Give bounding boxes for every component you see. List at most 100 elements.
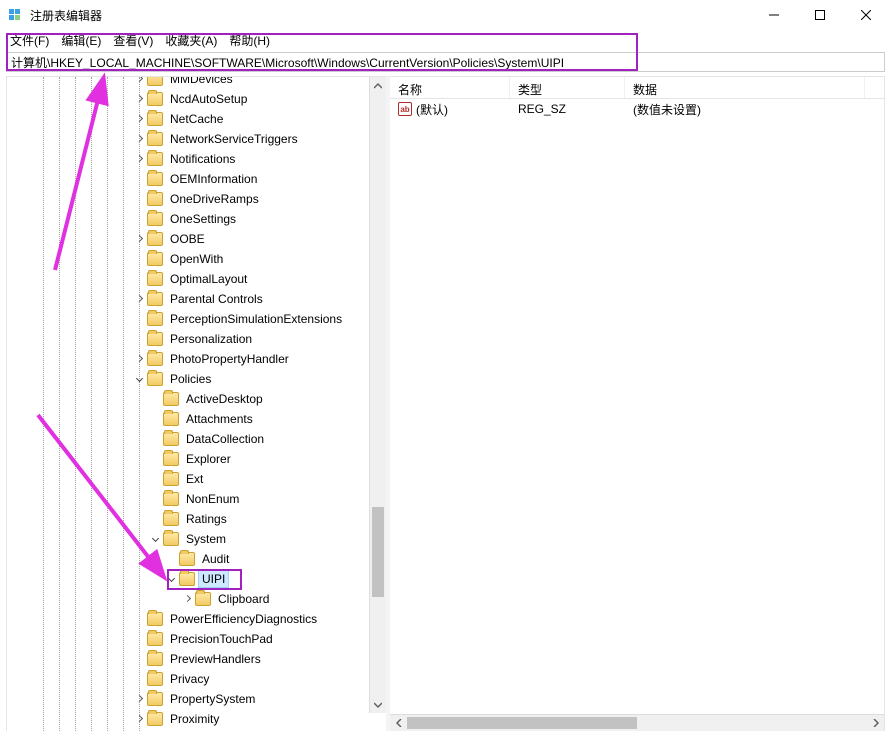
close-button[interactable] xyxy=(843,0,889,30)
folder-icon xyxy=(147,612,163,626)
tree-item[interactable]: Audit xyxy=(7,549,386,569)
folder-icon xyxy=(147,352,163,366)
tree-item[interactable]: OneDriveRamps xyxy=(7,189,386,209)
tree-item[interactable]: System xyxy=(7,529,386,549)
tree-leaf-spacer xyxy=(131,651,147,667)
column-name[interactable]: 名称 xyxy=(390,77,510,98)
tree-leaf-spacer xyxy=(131,251,147,267)
cell-name: ab(默认) xyxy=(390,101,510,118)
chevron-down-icon[interactable] xyxy=(131,371,147,387)
tree-item[interactable]: Proximity xyxy=(7,709,386,729)
scroll-down-button[interactable] xyxy=(370,696,386,713)
scroll-thumb[interactable] xyxy=(372,507,384,597)
menu-edit[interactable]: 编辑(E) xyxy=(55,32,107,49)
tree-item[interactable]: Notifications xyxy=(7,149,386,169)
folder-icon xyxy=(147,372,163,386)
tree-item[interactable]: NcdAutoSetup xyxy=(7,89,386,109)
tree-item[interactable]: Ext xyxy=(7,469,386,489)
list-row[interactable]: ab(默认)REG_SZ(数值未设置) xyxy=(390,99,884,119)
tree-item[interactable]: NonEnum xyxy=(7,489,386,509)
folder-icon xyxy=(147,712,163,726)
tree-leaf-spacer xyxy=(147,511,163,527)
tree-item[interactable]: PerceptionSimulationExtensions xyxy=(7,309,386,329)
tree-item-label: Notifications xyxy=(167,151,238,167)
tree-vertical-scrollbar[interactable] xyxy=(369,77,386,713)
scroll-right-button[interactable] xyxy=(867,715,884,732)
folder-icon xyxy=(163,492,179,506)
folder-icon xyxy=(147,212,163,226)
tree-item[interactable]: Clipboard xyxy=(7,589,386,609)
tree-pane[interactable]: MMDevices NcdAutoSetupNetCache NetworkServ… xyxy=(6,76,386,731)
tree-item[interactable]: PhotoPropertyHandler xyxy=(7,349,386,369)
minimize-button[interactable] xyxy=(751,0,797,30)
tree-item[interactable]: MMDevices xyxy=(7,77,386,89)
chevron-right-icon[interactable] xyxy=(131,91,147,107)
folder-icon xyxy=(147,252,163,266)
reg-string-icon: ab xyxy=(398,102,412,116)
tree-item[interactable]: OneSettings xyxy=(7,209,386,229)
chevron-right-icon[interactable] xyxy=(179,591,195,607)
menu-view[interactable]: 查看(V) xyxy=(107,32,159,49)
chevron-right-icon[interactable] xyxy=(131,77,147,87)
tree-item[interactable]: PowerEfficiencyDiagnostics xyxy=(7,609,386,629)
content-area: MMDevices NcdAutoSetupNetCache NetworkServ… xyxy=(6,76,885,731)
tree-item-label: ActiveDesktop xyxy=(183,391,266,407)
chevron-right-icon[interactable] xyxy=(131,351,147,367)
tree-item[interactable]: PropertySystem xyxy=(7,689,386,709)
tree-item[interactable]: PreviewHandlers xyxy=(7,649,386,669)
folder-icon xyxy=(147,172,163,186)
tree-item-label: MMDevices xyxy=(167,77,236,87)
chevron-right-icon[interactable] xyxy=(131,691,147,707)
tree-item[interactable]: NetCache xyxy=(7,109,386,129)
chevron-right-icon[interactable] xyxy=(131,131,147,147)
tree-item[interactable]: Policies xyxy=(7,369,386,389)
tree-item-label: Personalization xyxy=(167,331,255,347)
tree-item-label: PerceptionSimulationExtensions xyxy=(167,311,345,327)
chevron-down-icon[interactable] xyxy=(147,531,163,547)
tree-item[interactable]: Parental Controls xyxy=(7,289,386,309)
menu-file[interactable]: 文件(F) xyxy=(4,32,55,49)
tree-item[interactable]: Explorer xyxy=(7,449,386,469)
maximize-button[interactable] xyxy=(797,0,843,30)
address-bar[interactable]: 计算机\HKEY_LOCAL_MACHINE\SOFTWARE\Microsof… xyxy=(6,52,885,72)
tree-item[interactable]: Ratings xyxy=(7,509,386,529)
tree-item[interactable]: OEMInformation xyxy=(7,169,386,189)
menu-help[interactable]: 帮助(H) xyxy=(223,32,276,49)
chevron-right-icon[interactable] xyxy=(131,291,147,307)
chevron-down-icon[interactable] xyxy=(163,571,179,587)
cell-type: REG_SZ xyxy=(510,102,625,116)
list-horizontal-scrollbar[interactable] xyxy=(390,714,884,731)
scroll-left-button[interactable] xyxy=(390,715,407,732)
tree-item[interactable]: Privacy xyxy=(7,669,386,689)
column-data[interactable]: 数据 xyxy=(625,77,865,98)
scroll-up-button[interactable] xyxy=(370,77,386,94)
column-type[interactable]: 类型 xyxy=(510,77,625,98)
chevron-right-icon[interactable] xyxy=(131,151,147,167)
tree-item[interactable]: NetworkServiceTriggers xyxy=(7,129,386,149)
tree-item[interactable]: Attachments xyxy=(7,409,386,429)
hscroll-thumb[interactable] xyxy=(407,717,637,729)
folder-icon xyxy=(163,532,179,546)
menu-favorites[interactable]: 收藏夹(A) xyxy=(159,32,223,49)
chevron-right-icon[interactable] xyxy=(131,711,147,727)
folder-icon xyxy=(147,192,163,206)
tree-item-label: Ratings xyxy=(183,511,230,527)
tree-leaf-spacer xyxy=(147,471,163,487)
tree-item[interactable]: OpenWith xyxy=(7,249,386,269)
tree-item[interactable]: OptimalLayout xyxy=(7,269,386,289)
tree-item[interactable]: Personalization xyxy=(7,329,386,349)
tree-item-label: NetworkServiceTriggers xyxy=(167,131,301,147)
chevron-right-icon[interactable] xyxy=(131,111,147,127)
tree-item[interactable]: UIPI xyxy=(7,569,386,589)
chevron-right-icon[interactable] xyxy=(131,231,147,247)
tree-item-label: System xyxy=(183,531,229,547)
tree-item[interactable]: OOBE xyxy=(7,229,386,249)
tree-item[interactable]: DataCollection xyxy=(7,429,386,449)
tree-item-label: Policies xyxy=(167,371,214,387)
tree-item-label: UIPI xyxy=(199,571,228,587)
tree-item[interactable]: ActiveDesktop xyxy=(7,389,386,409)
folder-icon xyxy=(147,272,163,286)
tree-item[interactable]: PrecisionTouchPad xyxy=(7,629,386,649)
folder-icon xyxy=(147,672,163,686)
list-pane[interactable]: 名称 类型 数据 ab(默认)REG_SZ(数值未设置) xyxy=(390,76,885,731)
